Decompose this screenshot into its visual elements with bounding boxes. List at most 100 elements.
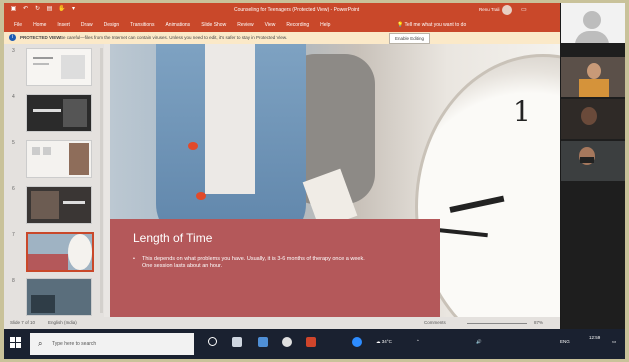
thumbnail-image-selected <box>26 232 94 272</box>
participant-tile[interactable] <box>561 57 625 97</box>
clock-hand <box>449 195 505 213</box>
zoom-slider[interactable] <box>467 323 527 324</box>
protected-view-message: Be careful—files from the Internet can c… <box>60 35 288 40</box>
undo-icon[interactable]: ↶ <box>22 6 29 13</box>
user-name[interactable]: Renu Trali <box>479 7 500 12</box>
input-language[interactable]: ENG <box>560 339 570 344</box>
tell-me-search[interactable]: 💡 Tell me what you want to do <box>397 22 466 28</box>
weather-indicator[interactable]: ☁ 34°C <box>376 339 392 345</box>
tab-review[interactable]: Review <box>237 22 253 28</box>
thumbnail-slide-5[interactable]: 5 <box>4 138 104 184</box>
comments-button[interactable]: Comments <box>424 320 446 325</box>
show-hidden-icons-icon[interactable]: ⌃ <box>416 339 420 345</box>
enable-editing-button[interactable]: Enable Editing <box>389 33 431 44</box>
flower-pin-image <box>196 192 206 200</box>
chrome-icon[interactable] <box>282 337 292 347</box>
thumbnail-number: 6 <box>12 186 15 192</box>
language-indicator[interactable]: English (India) <box>48 320 77 325</box>
thumbnail-number: 4 <box>12 94 15 100</box>
save-icon[interactable]: ▣ <box>10 6 17 13</box>
participant-video <box>581 107 597 125</box>
participant-tile[interactable] <box>561 141 625 181</box>
protected-view-bar: i PROTECTED VIEW Be careful—files from t… <box>4 32 560 44</box>
tab-transitions[interactable]: Transitions <box>130 22 154 28</box>
quick-access-toolbar: ▣ ↶ ↻ ▤ ✋ ▾ <box>10 6 77 13</box>
thumbnail-image <box>26 94 92 132</box>
lightbulb-icon: 💡 <box>397 22 404 28</box>
tab-animations[interactable]: Animations <box>165 22 190 28</box>
thumbnail-number: 7 <box>12 232 15 238</box>
thumbnail-image <box>26 186 92 224</box>
participant-tile[interactable] <box>561 3 625 43</box>
slide-title: Length of Time <box>133 231 213 245</box>
redo-icon[interactable]: ↻ <box>34 6 41 13</box>
thumbnail-image <box>26 140 92 178</box>
volume-icon[interactable]: 🔊 <box>476 339 482 345</box>
participant-video <box>587 63 601 79</box>
tab-home[interactable]: Home <box>33 22 46 28</box>
participant-video <box>579 79 609 97</box>
thumbnail-number: 3 <box>12 48 15 54</box>
title-bar: ▣ ↶ ↻ ▤ ✋ ▾ Counseling for Teenagers (Pr… <box>4 3 560 17</box>
touch-mode-icon[interactable]: ✋ <box>58 6 65 13</box>
tab-view[interactable]: View <box>265 22 276 28</box>
screen: ▣ ↶ ↻ ▤ ✋ ▾ Counseling for Teenagers (Pr… <box>4 3 625 359</box>
thumbnail-slide-7[interactable]: 7 <box>4 230 104 276</box>
thumbnail-image <box>26 48 92 86</box>
ribbon-display-options-icon[interactable]: ▭ <box>521 6 527 13</box>
participant-video <box>580 157 594 163</box>
weather-icon: ☁ <box>376 339 381 344</box>
thumbnail-number: 8 <box>12 278 15 284</box>
tab-help[interactable]: Help <box>320 22 330 28</box>
powerpoint-window: ▣ ↶ ↻ ▤ ✋ ▾ Counseling for Teenagers (Pr… <box>4 3 560 329</box>
zoom-level[interactable]: 87% <box>534 320 543 325</box>
shirt-image <box>205 44 255 194</box>
slide-canvas: 1 2 3 4 Length of Time This depends on w… <box>110 44 560 327</box>
thumbnail-slide-8[interactable]: 8 <box>4 276 104 317</box>
zoom-app-icon[interactable] <box>352 337 362 347</box>
powerpoint-icon[interactable] <box>306 337 316 347</box>
avatar[interactable] <box>502 5 512 15</box>
search-icon: ⌕ <box>38 339 43 348</box>
ribbon-tabs: File Home Insert Draw Design Transitions… <box>14 22 330 28</box>
customize-qat-icon[interactable]: ▾ <box>70 6 77 13</box>
start-from-beginning-icon[interactable]: ▤ <box>46 6 53 13</box>
tell-me-label: Tell me what you want to do <box>404 22 467 28</box>
thumbnail-image <box>26 278 92 316</box>
file-explorer-icon[interactable] <box>258 337 268 347</box>
thumbnail-scrollbar[interactable] <box>100 48 103 313</box>
tab-file[interactable]: File <box>14 22 22 28</box>
notifications-icon[interactable]: ▭ <box>612 339 616 345</box>
clock-number: 1 <box>513 95 531 128</box>
participant-placeholder-icon <box>575 31 609 43</box>
video-call-panel <box>561 3 625 329</box>
participant-tile[interactable] <box>561 99 625 139</box>
slide-caption-box[interactable]: Length of Time This depends on what prob… <box>110 219 440 327</box>
thumbnail-number: 5 <box>12 140 15 146</box>
slide-bullet: This depends on what problems you have. … <box>133 256 373 270</box>
weather-temperature: 34°C <box>381 339 392 344</box>
clock-time[interactable]: 12:59 <box>589 335 600 340</box>
taskbar-search-box[interactable]: ⌕ Type here to search <box>30 333 194 355</box>
participant-placeholder-icon <box>583 11 601 29</box>
slide-bullet-text: This depends on what problems you have. … <box>142 256 365 269</box>
task-view-icon[interactable] <box>232 337 242 347</box>
windows-start-icon[interactable] <box>10 337 22 349</box>
info-shield-icon: i <box>9 34 16 41</box>
tab-recording[interactable]: Recording <box>286 22 309 28</box>
tab-slide-show[interactable]: Slide Show <box>201 22 226 28</box>
tab-insert[interactable]: Insert <box>57 22 70 28</box>
status-bar: Slide 7 of 10 English (India) Comments 8… <box>4 317 560 329</box>
protected-view-label: PROTECTED VIEW <box>20 35 61 40</box>
thumbnail-slide-3[interactable]: 3 <box>4 46 104 92</box>
thumbnail-slide-4[interactable]: 4 <box>4 92 104 138</box>
thumbnail-slide-6[interactable]: 6 <box>4 184 104 230</box>
tab-draw[interactable]: Draw <box>81 22 93 28</box>
tab-design[interactable]: Design <box>104 22 120 28</box>
ribbon-tabs-bar: File Home Insert Draw Design Transitions… <box>4 17 560 32</box>
windows-taskbar: ⌕ Type here to search ☁ 34°C ⌃ 🔊 ENG 12:… <box>4 329 625 359</box>
flower-pin-image <box>188 142 198 150</box>
cortana-icon[interactable] <box>208 337 217 346</box>
document-title: Counseling for Teenagers (Protected View… <box>234 7 360 13</box>
slide-count: Slide 7 of 10 <box>10 320 36 325</box>
